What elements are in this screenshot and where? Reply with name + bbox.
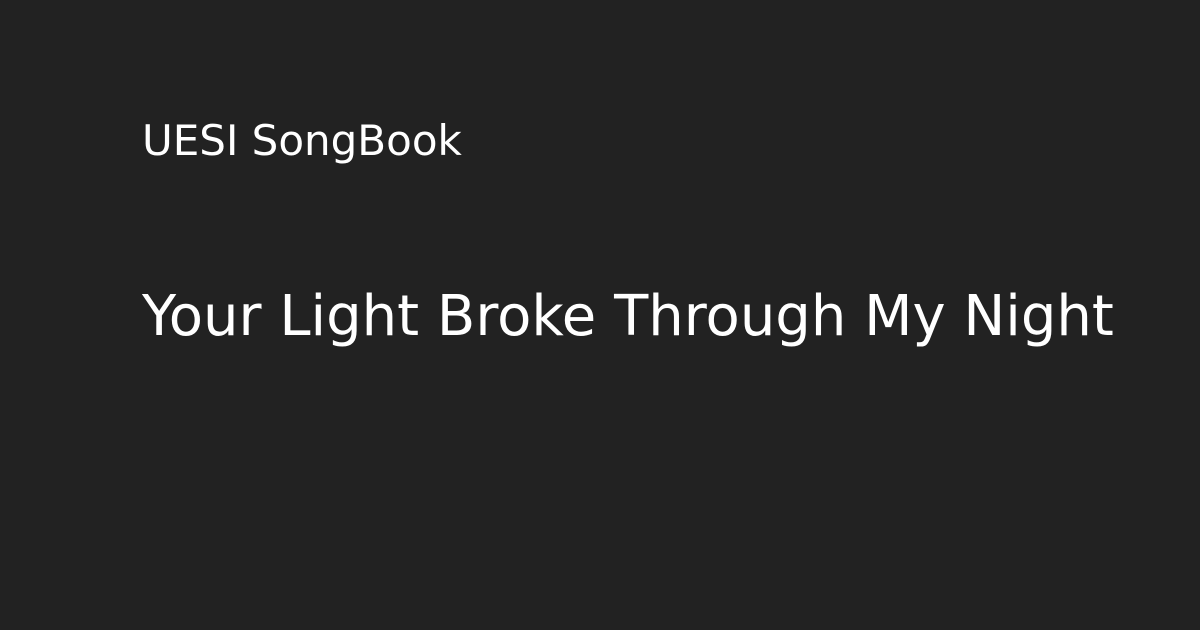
site-name: UESI SongBook: [142, 116, 462, 165]
song-title: Your Light Broke Through My Night: [142, 284, 1114, 349]
social-preview-card: UESI SongBook Your Light Broke Through M…: [0, 0, 1200, 630]
